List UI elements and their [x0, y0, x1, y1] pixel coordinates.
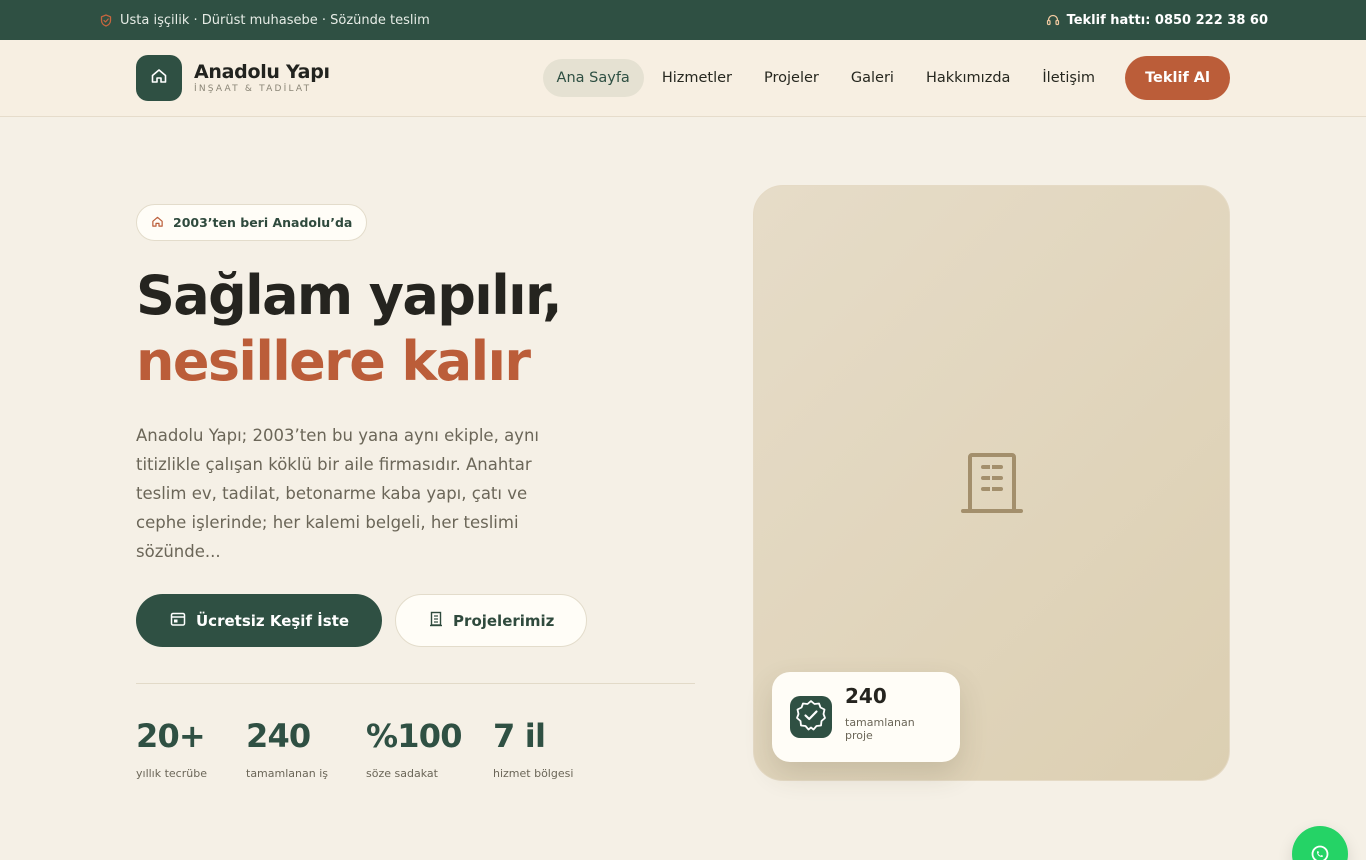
float-card-label: tamamlanan proje [845, 716, 915, 742]
brand-mark [136, 55, 182, 101]
float-card-text: 240 tamamlanan proje [845, 684, 942, 742]
stat-loyalty: %100 söze sadakat [366, 718, 493, 780]
completed-projects-card: 240 tamamlanan proje [772, 672, 960, 762]
stat-regions: 7 il hizmet bölgesi [493, 718, 573, 780]
since-badge-label: 2003’ten beri Anadolu’da [173, 215, 353, 230]
nav-item-hakkimizda[interactable]: Hakkımızda [912, 59, 1024, 97]
get-quote-button[interactable]: Teklif Al [1125, 56, 1230, 100]
free-survey-button[interactable]: Ücretsiz Keşif İste [136, 594, 383, 647]
brand-text: Anadolu Yapı İNŞAAT & TADİLAT [194, 62, 330, 94]
projects-button[interactable]: Projelerimiz [395, 594, 588, 647]
calendar-icon [170, 611, 186, 631]
site-header: Anadolu Yapı İNŞAAT & TADİLAT Ana Sayfa … [0, 40, 1366, 117]
topbar-tagline-group: Usta işçilik · Dürüst muhasebe · Sözünde… [100, 13, 430, 28]
stat-experience: 20+ yıllık tecrübe [136, 718, 246, 780]
projects-label: Projelerimiz [453, 611, 555, 630]
stat-completed: 240 tamamlanan iş [246, 718, 366, 780]
building-icon [429, 611, 443, 631]
since-badge: 2003’ten beri Anadolu’da [136, 204, 368, 241]
nav-item-hizmetler[interactable]: Hizmetler [648, 59, 746, 97]
headset-icon [1046, 13, 1060, 27]
hero-headline: Sağlam yapılır, nesillere kalır [136, 263, 696, 395]
float-card-icon-box [790, 696, 832, 738]
nav-item-ana-sayfa[interactable]: Ana Sayfa [542, 59, 644, 97]
hero-section: 2003’ten beri Anadolu’da Sağlam yapılır,… [0, 117, 1366, 859]
headline-line-2: nesillere kalır [136, 330, 531, 393]
stat-label: tamamlanan iş [246, 767, 328, 780]
nav-item-projeler[interactable]: Projeler [750, 59, 833, 97]
free-survey-label: Ücretsiz Keşif İste [196, 611, 350, 630]
building-icon [961, 452, 1023, 520]
brand-logo[interactable]: Anadolu Yapı İNŞAAT & TADİLAT [136, 55, 330, 101]
stat-label: hizmet bölgesi [493, 767, 574, 780]
topbar-hotline-group[interactable]: Teklif hattı: 0850 222 38 60 [1046, 13, 1268, 28]
main-nav: Ana Sayfa Hizmetler Projeler Galeri Hakk… [542, 56, 1230, 100]
hero-cta-row: Ücretsiz Keşif İste Projelerimiz [136, 594, 696, 647]
hero-content: 2003’ten beri Anadolu’da Sağlam yapılır,… [136, 204, 696, 780]
home-icon [150, 67, 168, 89]
brand-subtitle: İNŞAAT & TADİLAT [194, 83, 312, 94]
home-icon [151, 215, 164, 231]
whatsapp-icon [1310, 844, 1330, 860]
nav-item-iletisim[interactable]: İletişim [1028, 59, 1109, 97]
stat-label: söze sadakat [366, 767, 438, 780]
top-info-bar: Usta işçilik · Dürüst muhasebe · Sözünde… [0, 0, 1366, 40]
stat-value: 7 il [493, 717, 546, 755]
topbar-hotline[interactable]: Teklif hattı: 0850 222 38 60 [1067, 13, 1268, 28]
hero-description: Anadolu Yapı; 2003’ten bu yana aynı ekip… [136, 426, 539, 561]
stats-divider [136, 683, 695, 684]
stat-label: yıllık tecrübe [136, 767, 207, 780]
nav-item-galeri[interactable]: Galeri [837, 59, 908, 97]
stat-value: 20+ [136, 717, 206, 755]
brand-name: Anadolu Yapı [194, 61, 330, 84]
headline-line-1: Sağlam yapılır, [136, 264, 563, 327]
float-card-value: 240 [845, 684, 887, 708]
verified-badge-icon [794, 698, 828, 736]
topbar-tagline: Usta işçilik · Dürüst muhasebe · Sözünde… [120, 12, 430, 28]
shield-icon [100, 13, 112, 27]
stat-value: 240 [246, 717, 311, 755]
stats-row: 20+ yıllık tecrübe 240 tamamlanan iş %10… [136, 718, 696, 780]
stat-value: %100 [366, 717, 462, 755]
